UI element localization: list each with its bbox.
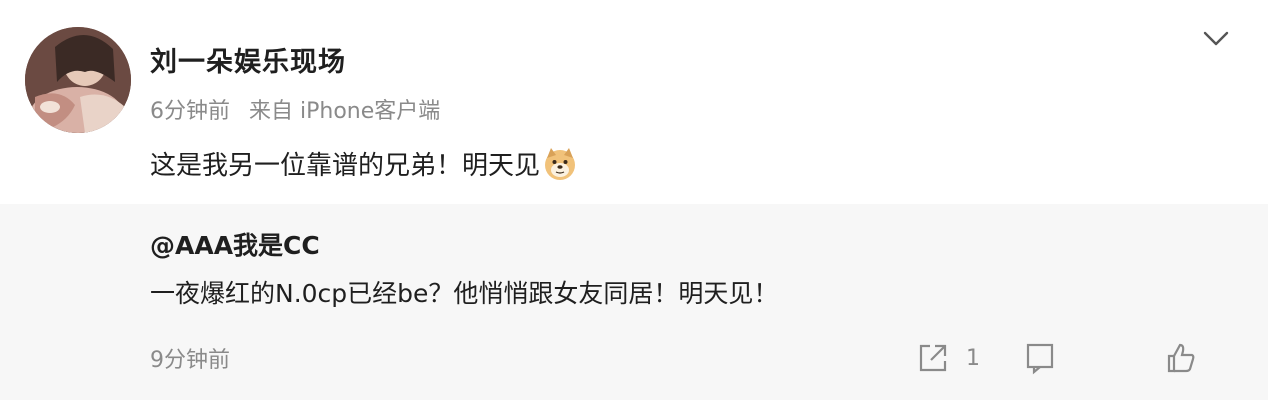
comment-button[interactable] xyxy=(1024,338,1058,378)
share-count: 1 xyxy=(966,345,980,371)
chevron-down-icon[interactable] xyxy=(1200,22,1232,54)
post-time: 6分钟前 xyxy=(150,99,230,124)
like-button[interactable] xyxy=(1164,338,1198,378)
repost-card[interactable]: @AAA我是CC 一夜爆红的N.0cp已经be？他悄悄跟女友同居！明天见！ 9分… xyxy=(0,204,1268,400)
repost-text: 一夜爆红的N.0cp已经be？他悄悄跟女友同居！明天见！ xyxy=(150,279,779,308)
comment-icon xyxy=(1024,341,1058,375)
post-body: 这是我另一位靠谱的兄弟！明天见 xyxy=(150,145,578,182)
avatar[interactable] xyxy=(25,27,131,133)
action-bar: 1 xyxy=(916,338,1268,378)
repost-time: 9分钟前 xyxy=(150,348,230,373)
weibo-post: 刘一朵娱乐现场 6分钟前 来自 iPhone客户端 这是我另一位靠谱的兄弟！明天… xyxy=(0,0,1268,400)
avatar-image xyxy=(25,27,131,133)
share-button[interactable]: 1 xyxy=(916,338,980,378)
repost-author[interactable]: @AAA我是CC xyxy=(150,226,320,262)
author-name[interactable]: 刘一朵娱乐现场 xyxy=(150,40,346,79)
like-icon xyxy=(1164,341,1198,375)
post-source: 来自 iPhone客户端 xyxy=(249,99,441,124)
post-text: 这是我另一位靠谱的兄弟！明天见 xyxy=(150,151,541,181)
doge-emoji-icon xyxy=(542,146,578,182)
post-meta: 6分钟前 来自 iPhone客户端 xyxy=(150,93,440,125)
share-icon xyxy=(916,341,950,375)
